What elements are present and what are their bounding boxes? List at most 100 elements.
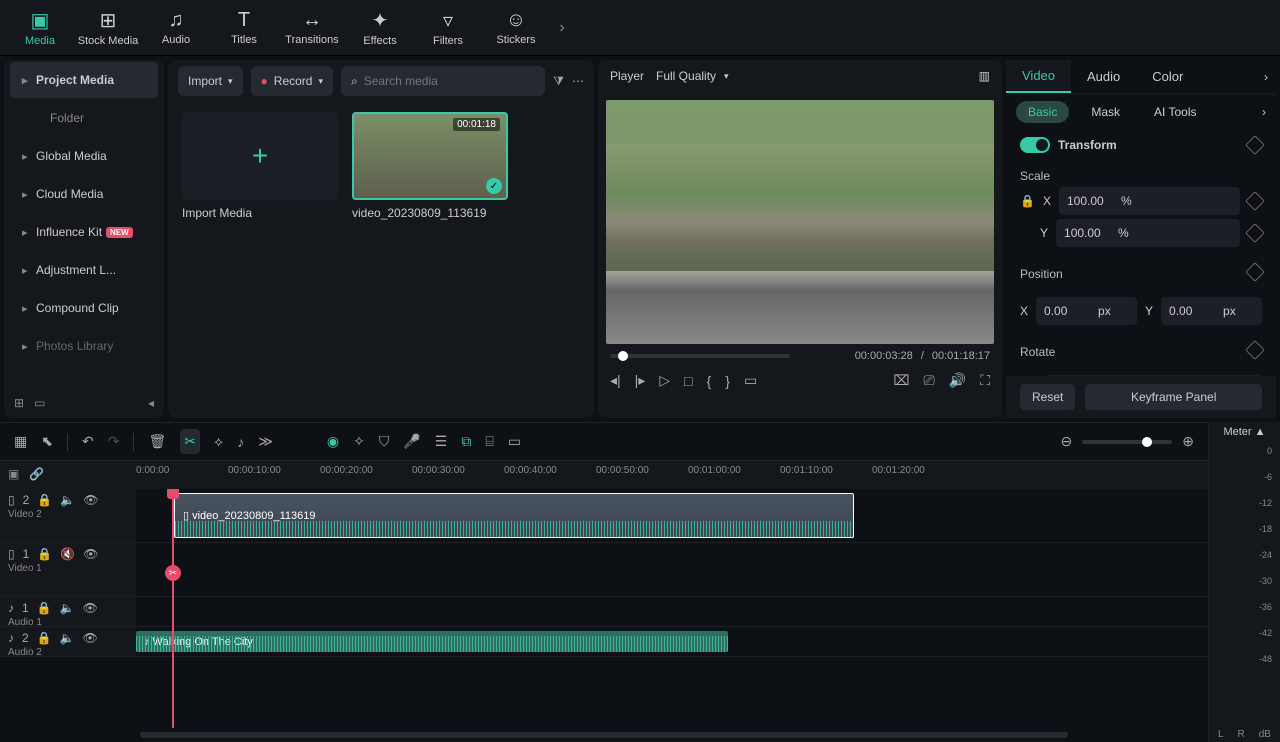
search-input[interactable]: ⌕: [341, 66, 545, 96]
player-panel: Player Full Quality▾ ▥ 00:00:03:28 / 00:…: [598, 60, 1002, 418]
props-tab-color[interactable]: Color: [1136, 61, 1199, 92]
grid-icon[interactable]: ▦: [14, 433, 27, 450]
link-tracks-icon[interactable]: 🔗: [29, 467, 44, 483]
transform-toggle[interactable]: [1020, 137, 1050, 153]
track-audio-2: ♪2🔒🔈👁Audio 2♪ Walking On The City: [0, 627, 1208, 657]
media-card[interactable]: 00:01:18✓video_20230809_113619: [352, 112, 508, 220]
next-frame-icon[interactable]: |▸: [635, 372, 646, 389]
mark-out-icon[interactable]: }: [725, 373, 730, 389]
sidebar-item-global-media[interactable]: ▸Global Media: [10, 138, 158, 174]
collapse-icon[interactable]: ◂: [148, 396, 154, 410]
tool-tab-transitions[interactable]: ↔Transitions: [280, 1, 344, 55]
select-icon[interactable]: ⬉: [41, 433, 53, 450]
quality-select[interactable]: Full Quality▾: [656, 69, 729, 83]
zoom-slider[interactable]: [1082, 440, 1172, 444]
props-subtab-basic[interactable]: Basic: [1016, 101, 1069, 123]
play-icon[interactable]: ▷: [659, 372, 670, 389]
sidebar-item-project-media[interactable]: ▸Project Media: [10, 62, 158, 98]
more-icon[interactable]: ⋯: [572, 74, 584, 88]
chevron-right-icon[interactable]: ›: [1262, 105, 1266, 119]
prev-frame-icon[interactable]: ◂|: [610, 372, 621, 389]
more-icon[interactable]: ≫: [258, 433, 273, 450]
mic-icon[interactable]: 🎤: [403, 433, 420, 450]
scale-y-input[interactable]: %: [1056, 219, 1240, 247]
pos-x-input[interactable]: px: [1036, 297, 1137, 325]
list-icon[interactable]: ☰: [435, 433, 448, 450]
link-icon[interactable]: ⌸: [485, 433, 493, 450]
scale-x-input[interactable]: %: [1059, 187, 1240, 215]
delete-icon[interactable]: 🗑: [148, 433, 166, 450]
transform-keyframe-icon[interactable]: [1245, 135, 1265, 155]
pos-y-input[interactable]: px: [1161, 297, 1262, 325]
rotate-keyframe-icon[interactable]: [1245, 340, 1265, 360]
tool-tab-filters[interactable]: ▿Filters: [416, 1, 480, 55]
magnet-icon[interactable]: ⧉: [461, 433, 471, 450]
app-toolbar: ▣Media⊞Stock Media♫AudioTTitles↔Transiti…: [0, 0, 1280, 56]
new-folder-icon[interactable]: ⊞: [14, 396, 24, 410]
sparkle-icon[interactable]: ✧: [353, 433, 365, 450]
reset-button[interactable]: Reset: [1020, 384, 1075, 410]
sidebar-item-folder[interactable]: Folder: [10, 100, 158, 136]
music-icon[interactable]: ♪: [237, 434, 244, 450]
snapshot-icon[interactable]: ▥: [979, 69, 990, 83]
tool-tab-audio[interactable]: ♫Audio: [144, 1, 208, 55]
position-keyframe-icon[interactable]: [1245, 262, 1265, 282]
props-subtab-mask[interactable]: Mask: [1079, 101, 1132, 123]
sidebar-item-compound-clip[interactable]: ▸Compound Clip: [10, 290, 158, 326]
lock-icon[interactable]: 🔒: [1020, 194, 1035, 208]
folder-icon[interactable]: ▭: [34, 396, 45, 410]
ruler-icon-1[interactable]: ▣: [8, 467, 19, 483]
marker-icon[interactable]: ▭: [508, 433, 521, 450]
media-card[interactable]: +Import Media: [182, 112, 338, 220]
chevron-right-icon[interactable]: ›: [552, 19, 572, 37]
volume-icon[interactable]: 🔊: [949, 372, 966, 389]
display-icon[interactable]: ⌧: [893, 372, 909, 389]
player-title: Player: [610, 69, 644, 83]
scale-y-keyframe-icon[interactable]: [1245, 223, 1265, 243]
total-time: 00:01:18:17: [932, 350, 990, 362]
progress-slider[interactable]: [610, 354, 790, 358]
ai-icon[interactable]: ◉: [327, 433, 339, 450]
crop-icon[interactable]: ⟡: [214, 433, 223, 450]
undo-icon[interactable]: ↶: [82, 433, 94, 450]
timeline-ruler[interactable]: ▣ 🔗 0:00:0000:00:10:0000:00:20:0000:00:3…: [0, 461, 1208, 489]
props-tab-video[interactable]: Video: [1006, 60, 1071, 93]
props-tab-audio[interactable]: Audio: [1071, 61, 1136, 92]
playhead[interactable]: [172, 489, 174, 728]
sidebar-item-photos-library[interactable]: ▸Photos Library: [10, 328, 158, 364]
meter-toggle[interactable]: Meter ▲: [1209, 422, 1280, 442]
props-subtab-ai-tools[interactable]: AI Tools: [1142, 101, 1208, 123]
search-icon: ⌕: [351, 74, 358, 89]
timeline-clip[interactable]: ▯ video_20230809_113619: [174, 493, 854, 538]
timeline-scrollbar[interactable]: [0, 728, 1208, 742]
record-dropdown[interactable]: ●Record▾: [251, 66, 333, 96]
stop-icon[interactable]: □: [684, 373, 692, 389]
sidebar-item-adjustment-l---[interactable]: ▸Adjustment L...: [10, 252, 158, 288]
ratio-icon[interactable]: ▭: [744, 372, 757, 389]
tool-tab-titles[interactable]: TTitles: [212, 1, 276, 55]
chevron-right-icon[interactable]: ›: [1256, 62, 1276, 92]
zoom-in-icon[interactable]: ⊕: [1182, 433, 1194, 450]
import-dropdown[interactable]: Import▾: [178, 66, 243, 96]
scale-x-keyframe-icon[interactable]: [1245, 191, 1265, 211]
cut-icon[interactable]: ✂: [180, 429, 200, 454]
camera-icon[interactable]: ⎚: [924, 372, 935, 389]
media-panel: Import▾ ●Record▾ ⌕ ⧩ ⋯ +Import Media00:0…: [168, 60, 594, 418]
keyframe-panel-button[interactable]: Keyframe Panel: [1085, 384, 1262, 410]
mark-in-icon[interactable]: {: [707, 373, 712, 389]
sidebar-item-cloud-media[interactable]: ▸Cloud Media: [10, 176, 158, 212]
timeline-clip[interactable]: ♪ Walking On The City: [136, 631, 728, 652]
filter-icon[interactable]: ⧩: [553, 74, 564, 89]
timeline-toolbar: ▦ ⬉ ↶ ↷ 🗑 ✂ ⟡ ♪ ≫ ◉ ✧ ⛉ 🎤 ☰ ⧉ ⌸ ▭ ⊖ ⊕: [0, 423, 1208, 461]
sidebar-item-influence-kit[interactable]: ▸Influence KitNEW: [10, 214, 158, 250]
tool-tab-effects[interactable]: ✦Effects: [348, 1, 412, 55]
preview-viewport[interactable]: [606, 100, 994, 344]
shield-icon[interactable]: ⛉: [379, 433, 390, 450]
track-video-1: ▯1🔒🔇👁Video 1: [0, 543, 1208, 597]
tool-tab-stock-media[interactable]: ⊞Stock Media: [76, 1, 140, 55]
zoom-out-icon[interactable]: ⊖: [1061, 433, 1073, 450]
tool-tab-stickers[interactable]: ☺Stickers: [484, 1, 548, 55]
redo-icon[interactable]: ↷: [108, 433, 120, 450]
fullscreen-icon[interactable]: ⛶: [980, 372, 990, 389]
tool-tab-media[interactable]: ▣Media: [8, 1, 72, 55]
